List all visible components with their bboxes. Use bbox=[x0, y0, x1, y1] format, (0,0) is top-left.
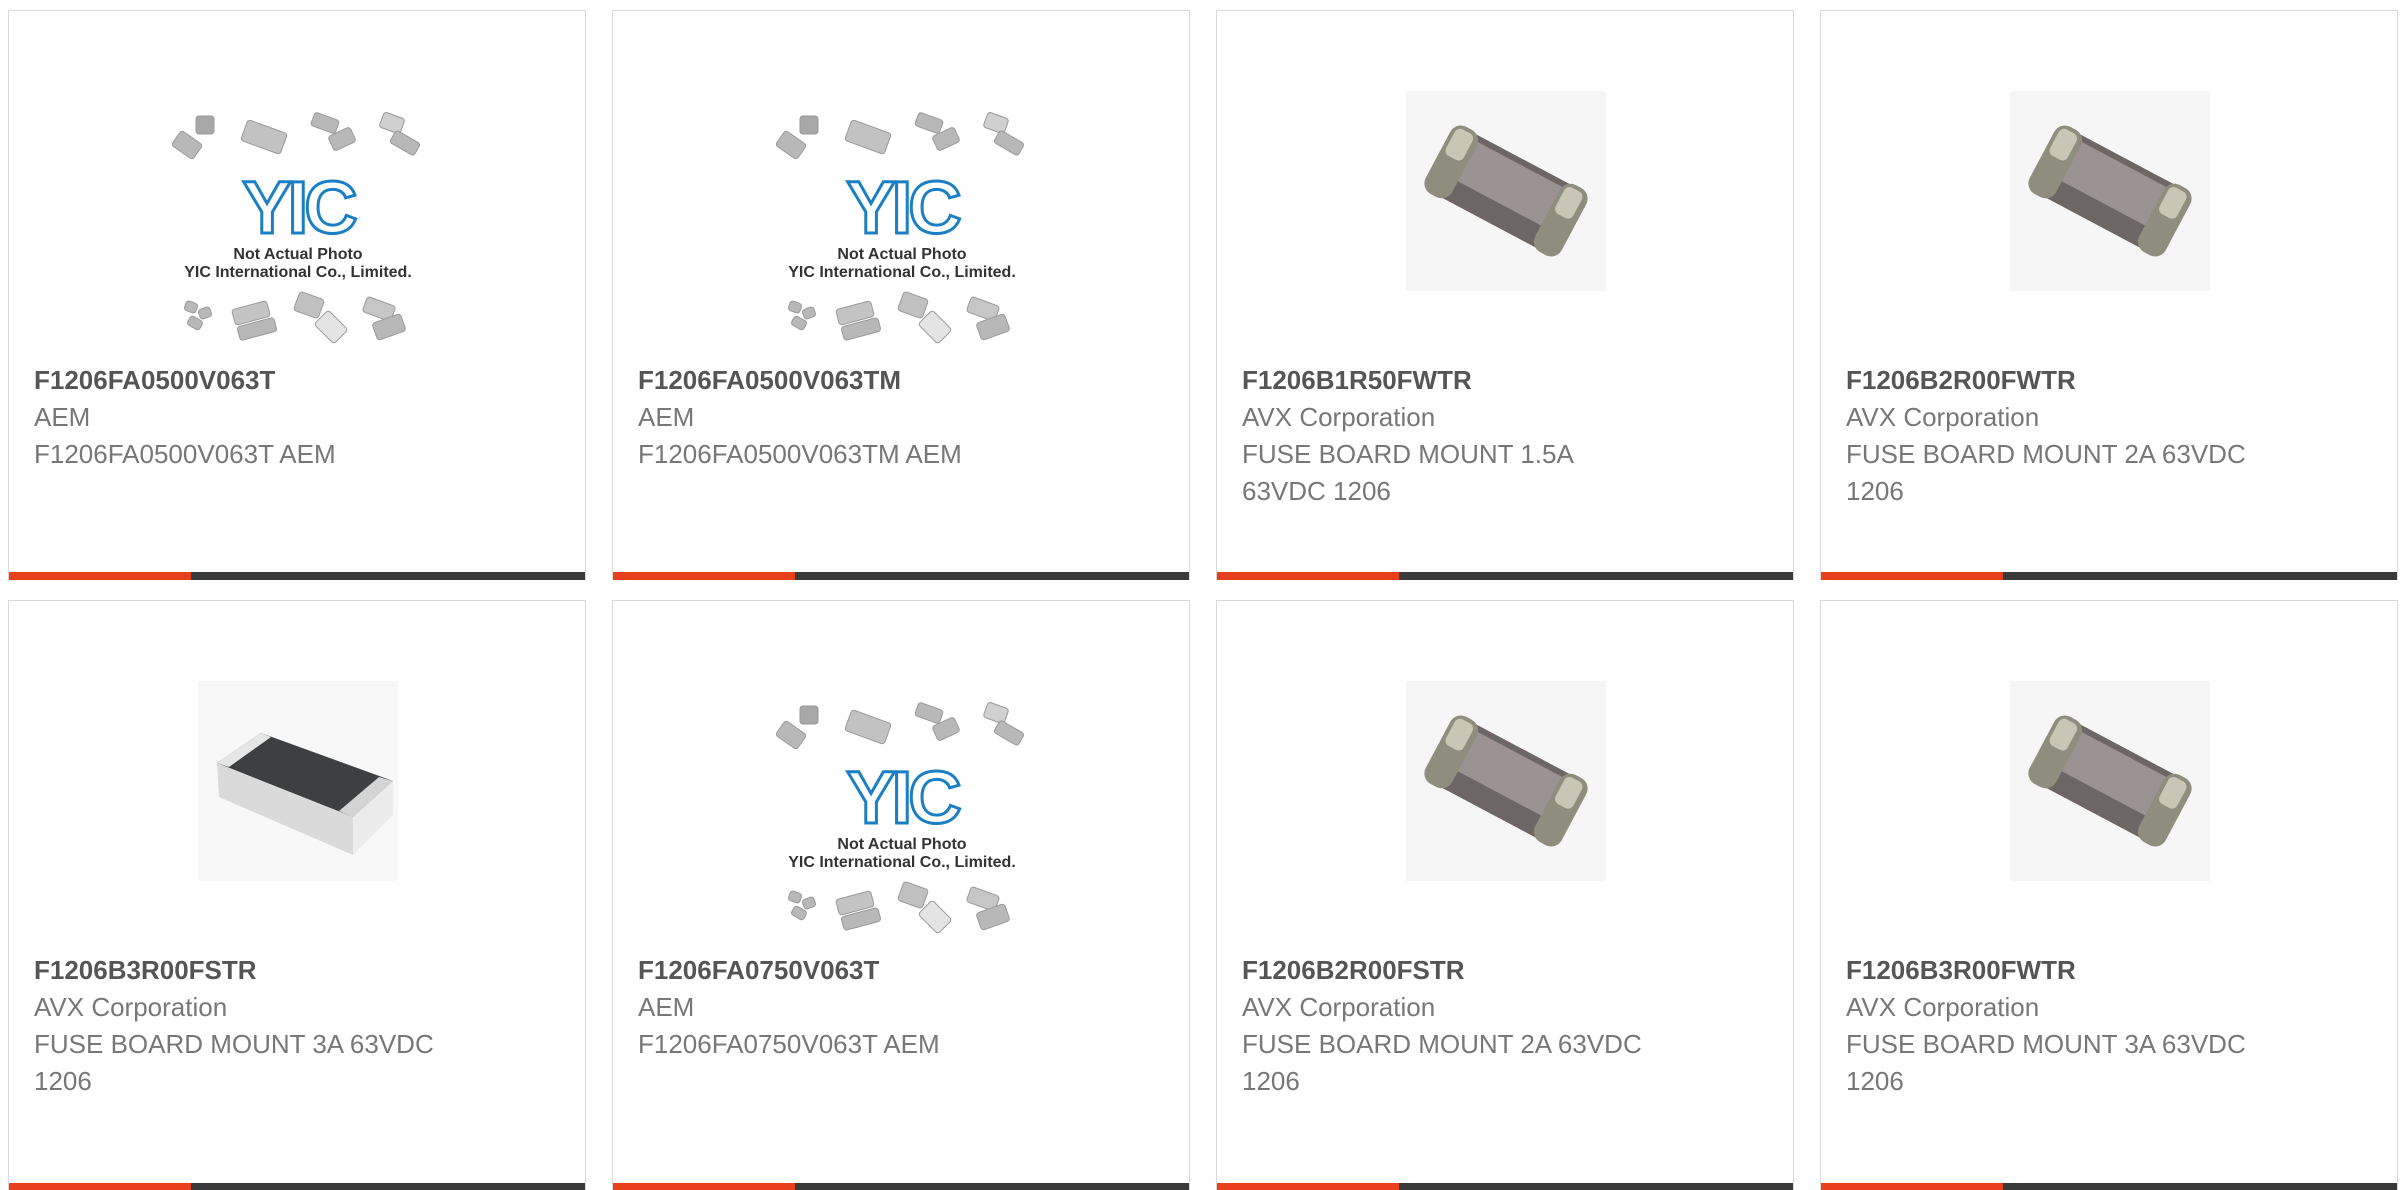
card-accent-bar bbox=[1821, 1183, 2003, 1190]
product-card[interactable]: F1206B1R50FWTR AVX Corporation FUSE BOAR… bbox=[1216, 10, 1794, 580]
card-footer-bar bbox=[613, 1183, 1189, 1190]
product-description: FUSE BOARD MOUNT 2A 63VDC 1206 bbox=[1846, 439, 2246, 506]
company-name-label: YIC International Co., Limited. bbox=[788, 264, 1016, 281]
smd-ceramic-chip-icon bbox=[2010, 681, 2210, 881]
product-image[interactable] bbox=[1217, 51, 1793, 351]
smd-ceramic-chip-icon bbox=[1406, 681, 1606, 881]
card-footer-bar bbox=[9, 1183, 585, 1190]
not-actual-photo-label: Not Actual Photo bbox=[233, 246, 362, 263]
product-image[interactable]: YIC Not Actual Photo YIC International Co.… bbox=[9, 51, 585, 351]
product-card[interactable]: F1206B3R00FWTR AVX Corporation FUSE BOAR… bbox=[1820, 600, 2398, 1190]
product-description: F1206FA0500V063T AEM bbox=[34, 439, 336, 469]
product-description: FUSE BOARD MOUNT 2A 63VDC 1206 bbox=[1242, 1029, 1642, 1096]
card-accent-bar bbox=[613, 1183, 795, 1190]
part-number-link[interactable]: F1206B1R50FWTR bbox=[1242, 361, 1782, 399]
manufacturer-name: AVX Corporation bbox=[1846, 402, 2040, 432]
manufacturer-name: AEM bbox=[638, 402, 695, 432]
part-number-link[interactable]: F1206B2R00FWTR bbox=[1846, 361, 2386, 399]
part-number-link[interactable]: F1206B2R00FSTR bbox=[1242, 951, 1782, 989]
card-footer-bar bbox=[9, 572, 585, 580]
card-footer-bar bbox=[1217, 572, 1793, 580]
product-card[interactable]: YIC Not Actual Photo YIC International Co.… bbox=[612, 10, 1190, 580]
product-card[interactable]: F1206B2R00FSTR AVX Corporation FUSE BOAR… bbox=[1216, 600, 1794, 1190]
product-image[interactable] bbox=[1821, 641, 2397, 941]
manufacturer-name: AEM bbox=[34, 402, 91, 432]
product-description: FUSE BOARD MOUNT 3A 63VDC 1206 bbox=[1846, 1029, 2246, 1096]
card-accent-bar bbox=[9, 1183, 191, 1190]
manufacturer-name: AVX Corporation bbox=[1242, 402, 1436, 432]
not-actual-photo-label: Not Actual Photo bbox=[837, 246, 966, 263]
placeholder-chips-icon: YICNot Actual PhotoYIC International Co.… bbox=[171, 112, 421, 344]
card-accent-bar bbox=[1217, 572, 1399, 580]
part-number-link[interactable]: F1206B3R00FSTR bbox=[34, 951, 574, 989]
product-image[interactable]: YIC Not Actual Photo YIC International Co.… bbox=[613, 641, 1189, 941]
part-number-link[interactable]: F1206FA0500V063T bbox=[34, 361, 574, 399]
manufacturer-name: AVX Corporation bbox=[1846, 992, 2040, 1022]
product-description: F1206FA0500V063TM AEM bbox=[638, 439, 962, 469]
company-name-label: YIC International Co., Limited. bbox=[788, 854, 1016, 871]
card-accent-bar bbox=[1217, 1183, 1399, 1190]
product-card[interactable]: F1206B3R00FSTR AVX Corporation FUSE BOAR… bbox=[8, 600, 586, 1190]
card-footer-bar bbox=[613, 572, 1189, 580]
placeholder-chips-icon: YICNot Actual PhotoYIC International Co.… bbox=[775, 112, 1025, 344]
card-footer-bar bbox=[1821, 1183, 2397, 1190]
card-accent-bar bbox=[1821, 572, 2003, 580]
part-number-link[interactable]: F1206FA0750V063T bbox=[638, 951, 1178, 989]
product-description: F1206FA0750V063T AEM bbox=[638, 1029, 940, 1059]
manufacturer-name: AEM bbox=[638, 992, 695, 1022]
card-footer-bar bbox=[1821, 572, 2397, 580]
product-image[interactable]: YIC Not Actual Photo YIC International Co.… bbox=[613, 51, 1189, 351]
smd-ceramic-chip-icon bbox=[2010, 91, 2210, 291]
company-name-label: YIC International Co., Limited. bbox=[184, 264, 412, 281]
placeholder-chips-icon: YICNot Actual PhotoYIC International Co.… bbox=[775, 702, 1025, 934]
card-accent-bar bbox=[9, 572, 191, 580]
yic-logo-icon: YIC bbox=[242, 166, 356, 249]
product-image[interactable] bbox=[1821, 51, 2397, 351]
manufacturer-name: AVX Corporation bbox=[34, 992, 228, 1022]
card-footer-bar bbox=[1217, 1183, 1793, 1190]
part-number-link[interactable]: F1206B3R00FWTR bbox=[1846, 951, 2386, 989]
card-accent-bar bbox=[613, 572, 795, 580]
manufacturer-name: AVX Corporation bbox=[1242, 992, 1436, 1022]
product-description: FUSE BOARD MOUNT 1.5A 63VDC 1206 bbox=[1242, 439, 1573, 506]
smd-white-chip-icon bbox=[198, 681, 398, 881]
product-grid: YIC Not Actual Photo YIC International Co.… bbox=[0, 0, 2400, 1190]
product-card[interactable]: F1206B2R00FWTR AVX Corporation FUSE BOAR… bbox=[1820, 10, 2398, 580]
product-description: FUSE BOARD MOUNT 3A 63VDC 1206 bbox=[34, 1029, 434, 1096]
yic-logo-icon: YIC bbox=[846, 756, 960, 839]
yic-logo-icon: YIC bbox=[846, 166, 960, 249]
not-actual-photo-label: Not Actual Photo bbox=[837, 836, 966, 853]
part-number-link[interactable]: F1206FA0500V063TM bbox=[638, 361, 1178, 399]
product-card[interactable]: YIC Not Actual Photo YIC International Co.… bbox=[8, 10, 586, 580]
product-image[interactable] bbox=[9, 641, 585, 941]
smd-ceramic-chip-icon bbox=[1406, 91, 1606, 291]
product-card[interactable]: YIC Not Actual Photo YIC International Co.… bbox=[612, 600, 1190, 1190]
product-image[interactable] bbox=[1217, 641, 1793, 941]
